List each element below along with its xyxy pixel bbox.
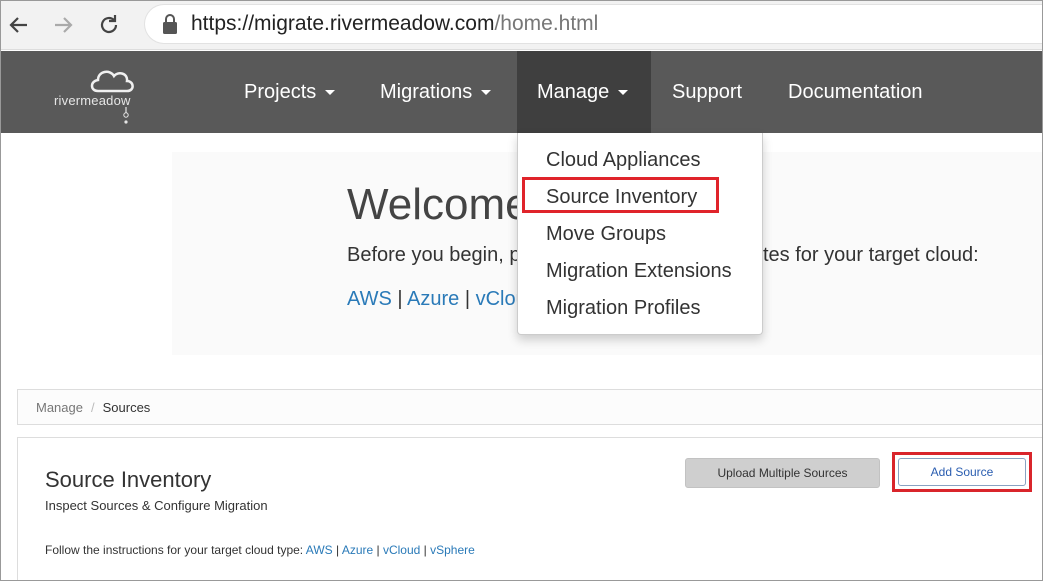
nav-support-label: Support (672, 80, 743, 103)
manage-dropdown-menu: Cloud Appliances Source Inventory Move G… (517, 133, 763, 335)
breadcrumb-manage[interactable]: Manage (36, 400, 83, 415)
add-source-highlight-box: Add Source (892, 452, 1032, 492)
main-navbar: rivermeadow Projects Migrations Manage S… (0, 51, 1043, 133)
page-title: Source Inventory (45, 467, 212, 492)
menu-item-migration-extensions[interactable]: Migration Extensions (546, 260, 732, 283)
upload-multiple-sources-button[interactable]: Upload Multiple Sources (685, 458, 880, 488)
breadcrumb-sources: Sources (102, 399, 151, 415)
welcome-title: Welcome (347, 180, 530, 229)
caret-down-icon (481, 89, 492, 95)
follow-link-vsphere[interactable]: vSphere (430, 543, 475, 557)
arrow-left-icon (9, 17, 27, 33)
follow-instructions-text: Follow the instructions for your target … (45, 543, 304, 557)
nav-documentation-label: Documentation (788, 80, 923, 103)
nav-support[interactable]: Support (652, 51, 762, 133)
menu-item-migration-profiles[interactable]: Migration Profiles (546, 297, 701, 320)
welcome-intro-tail: tes for your target cloud: (763, 244, 979, 266)
breadcrumb-separator: / (90, 399, 95, 415)
cloud-logo-icon (90, 70, 134, 124)
nav-migrations-label: Migrations (380, 80, 473, 103)
nav-projects-label: Projects (244, 80, 317, 103)
back-button[interactable] (4, 10, 34, 40)
address-bar[interactable]: https://migrate.rivermeadow.com/home.htm… (144, 4, 1043, 44)
nav-migrations[interactable]: Migrations (360, 51, 511, 133)
caret-down-icon (325, 89, 336, 95)
menu-item-move-groups[interactable]: Move Groups (546, 223, 666, 246)
nav-manage-label: Manage (537, 80, 610, 103)
welcome-intro-text: Before you begin, p (347, 244, 521, 266)
browser-toolbar: https://migrate.rivermeadow.com/home.htm… (0, 0, 1043, 50)
url-host: https://migrate.rivermeadow.com (191, 12, 495, 35)
add-source-button[interactable]: Add Source (898, 458, 1026, 486)
follow-link-azure[interactable]: Azure (342, 543, 373, 557)
follow-link-vcloud[interactable]: vCloud (383, 543, 420, 557)
reload-button[interactable] (94, 10, 124, 40)
arrow-right-icon (55, 17, 73, 33)
breadcrumb: Manage / Sources (17, 389, 1043, 425)
welcome-link-azure[interactable]: Azure (407, 288, 459, 310)
url-text: https://migrate.rivermeadow.com/home.htm… (191, 12, 598, 36)
nav-documentation[interactable]: Documentation (768, 51, 943, 133)
source-inventory-panel: Source Inventory Inspect Sources & Confi… (17, 437, 1043, 581)
forward-button[interactable] (48, 10, 78, 40)
follow-link-aws[interactable]: AWS (306, 543, 333, 557)
rivermeadow-logo[interactable]: rivermeadow (50, 57, 150, 127)
menu-item-cloud-appliances[interactable]: Cloud Appliances (546, 149, 701, 172)
source-inventory-highlight-box (522, 177, 719, 213)
nav-manage[interactable]: Manage (517, 51, 651, 133)
logo-text: rivermeadow (54, 93, 131, 108)
welcome-link-aws[interactable]: AWS (347, 288, 392, 310)
lock-icon (163, 14, 177, 34)
reload-icon (100, 15, 118, 34)
page-subtitle: Inspect Sources & Configure Migration (45, 498, 268, 513)
nav-projects[interactable]: Projects (224, 51, 355, 133)
welcome-cloud-links: AWS | Azure | vClou (347, 288, 527, 310)
follow-instructions: Follow the instructions for your target … (45, 543, 475, 557)
caret-down-icon (618, 89, 629, 95)
url-path: /home.html (494, 12, 599, 35)
